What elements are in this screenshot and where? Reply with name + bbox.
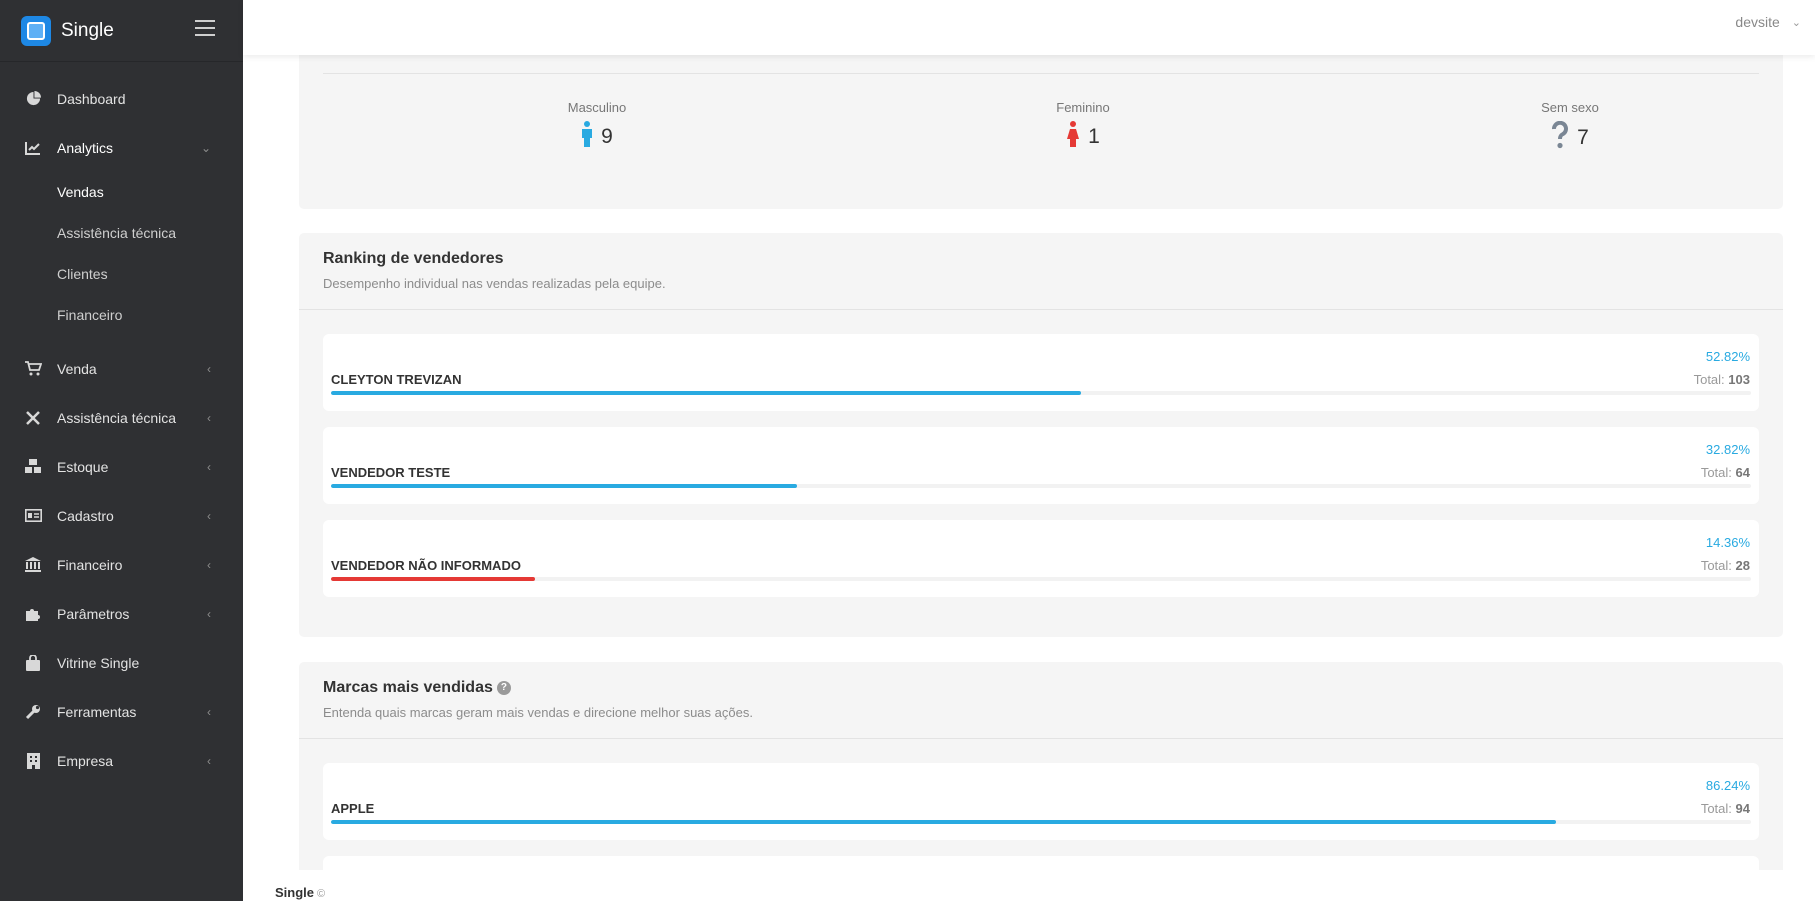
bank-icon (24, 556, 42, 574)
cart-icon (24, 360, 42, 378)
brand-percent: 86.24% (1705, 778, 1750, 793)
brand-name: Single (61, 19, 114, 41)
sidebar: Single Dashboard Analytics ⌄ Vendas Assi… (0, 0, 243, 901)
ranking-row: 52.82% CLEYTON TREVIZAN Total: 103 (323, 334, 1759, 411)
male-icon (581, 121, 593, 152)
submenu-item-clientes[interactable]: Clientes (0, 254, 243, 295)
user-name: devsite (1735, 14, 1780, 30)
ranking-total: Total: 103 (1693, 372, 1750, 387)
chevron-down-icon: ⌄ (1791, 16, 1801, 29)
footer: Single © (275, 885, 325, 900)
footer-brand: Single (275, 885, 315, 900)
gender-none: Sem sexo 7 (1470, 100, 1670, 154)
analytics-submenu: Vendas Assistência técnica Clientes Fina… (0, 172, 243, 344)
ranking-row: 14.36% VENDEDOR NÃO INFORMADO Total: 28 (323, 520, 1759, 597)
ranking-percent: 32.82% (1705, 442, 1750, 457)
pie-chart-icon (24, 90, 42, 108)
sidebar-item-dashboard[interactable]: Dashboard (0, 74, 243, 123)
brands-subtitle: Entenda quais marcas geram mais vendas e… (323, 705, 753, 720)
divider (323, 73, 1759, 74)
gender-female-value: 1 (1088, 124, 1100, 148)
ranking-total: Total: 64 (1700, 465, 1750, 480)
brand-total: Total: 94 (1700, 801, 1750, 816)
main-content: Masculino 9 Feminino 1 Sem sexo 7 Rankin… (243, 0, 1815, 870)
id-card-icon (24, 507, 42, 525)
sidebar-item-estoque[interactable]: Estoque ‹ (0, 442, 243, 491)
user-menu[interactable]: devsite ⌄ (1735, 14, 1801, 30)
sidebar-item-venda[interactable]: Venda ‹ (0, 344, 243, 393)
sidebar-item-parametros[interactable]: Parâmetros ‹ (0, 589, 243, 638)
copyright-icon: © (317, 888, 326, 900)
wrench-icon (24, 703, 42, 721)
ranking-header: Ranking de vendedores Desempenho individ… (299, 233, 1783, 310)
progress-track (331, 391, 1751, 395)
gender-female-label: Feminino (1056, 100, 1110, 115)
chevron-left-icon: ‹ (207, 410, 211, 425)
brand-row (323, 856, 1759, 870)
ranking-row: 32.82% VENDEDOR TESTE Total: 64 (323, 427, 1759, 504)
shopping-bag-icon (24, 654, 42, 672)
ranking-list: 52.82% CLEYTON TREVIZAN Total: 103 32.82… (299, 310, 1783, 597)
progress-bar (331, 820, 1556, 824)
topbar: devsite ⌄ (243, 0, 1815, 55)
chevron-left-icon: ‹ (207, 557, 211, 572)
gender-female: Feminino 1 (983, 100, 1183, 152)
boxes-icon (24, 458, 42, 476)
chevron-left-icon: ‹ (207, 753, 211, 768)
question-icon (1551, 120, 1569, 154)
puzzle-icon (24, 605, 42, 623)
brands-list: 86.24% APPLE Total: 94 (299, 739, 1783, 870)
line-chart-icon (24, 139, 42, 157)
ranking-percent: 52.82% (1705, 349, 1750, 364)
ranking-percent: 14.36% (1705, 535, 1750, 550)
chevron-left-icon: ‹ (207, 508, 211, 523)
chevron-left-icon: ‹ (207, 704, 211, 719)
building-icon (24, 752, 42, 770)
progress-bar (331, 391, 1082, 395)
gender-male-value: 9 (601, 124, 613, 148)
sidebar-item-cadastro[interactable]: Cadastro ‹ (0, 491, 243, 540)
brands-panel: Marcas mais vendidas? Entenda quais marc… (299, 662, 1783, 870)
gender-none-value: 7 (1577, 125, 1589, 149)
menu-toggle-icon[interactable] (195, 20, 215, 36)
chevron-left-icon: ‹ (207, 459, 211, 474)
ranking-seller-name: CLEYTON TREVIZAN (331, 372, 462, 387)
female-icon (1066, 121, 1080, 152)
sidebar-item-vitrine-single[interactable]: Vitrine Single (0, 638, 243, 687)
chevron-left-icon: ‹ (207, 361, 211, 376)
brands-header: Marcas mais vendidas? Entenda quais marc… (299, 662, 1783, 739)
brand-name: APPLE (331, 801, 375, 816)
ranking-title: Ranking de vendedores (323, 250, 504, 267)
progress-track (331, 820, 1751, 824)
submenu-item-vendas[interactable]: Vendas (0, 172, 243, 213)
brand-row: 86.24% APPLE Total: 94 (323, 763, 1759, 840)
help-icon[interactable]: ? (496, 680, 511, 695)
tools-icon (24, 409, 42, 427)
gender-none-label: Sem sexo (1541, 100, 1599, 115)
sidebar-item-financeiro[interactable]: Financeiro ‹ (0, 540, 243, 589)
gender-male: Masculino 9 (497, 100, 697, 152)
brands-title: Marcas mais vendidas? (323, 679, 1759, 697)
brand-logo-icon (21, 15, 51, 46)
progress-track (331, 484, 1751, 488)
ranking-total: Total: 28 (1700, 558, 1750, 573)
sidebar-item-analytics[interactable]: Analytics ⌄ (0, 123, 243, 172)
sidebar-item-assistencia-tecnica[interactable]: Assistência técnica ‹ (0, 393, 243, 442)
sidebar-item-empresa[interactable]: Empresa ‹ (0, 736, 243, 785)
sidebar-menu: Dashboard Analytics ⌄ Vendas Assistência… (0, 74, 243, 785)
gender-male-label: Masculino (567, 100, 627, 115)
sidebar-item-ferramentas[interactable]: Ferramentas ‹ (0, 687, 243, 736)
ranking-subtitle: Desempenho individual nas vendas realiza… (323, 276, 666, 291)
gender-panel: Masculino 9 Feminino 1 Sem sexo 7 (299, 40, 1783, 209)
ranking-panel: Ranking de vendedores Desempenho individ… (299, 233, 1783, 637)
progress-bar (331, 577, 535, 581)
chevron-left-icon: ‹ (207, 606, 211, 621)
submenu-item-assistencia-tecnica[interactable]: Assistência técnica (0, 213, 243, 254)
progress-track (331, 577, 1751, 581)
progress-bar (331, 484, 798, 488)
ranking-seller-name: VENDEDOR NÃO INFORMADO (331, 558, 521, 573)
chevron-down-icon: ⌄ (200, 140, 211, 155)
ranking-seller-name: VENDEDOR TESTE (331, 465, 451, 480)
submenu-item-financeiro[interactable]: Financeiro (0, 295, 243, 336)
